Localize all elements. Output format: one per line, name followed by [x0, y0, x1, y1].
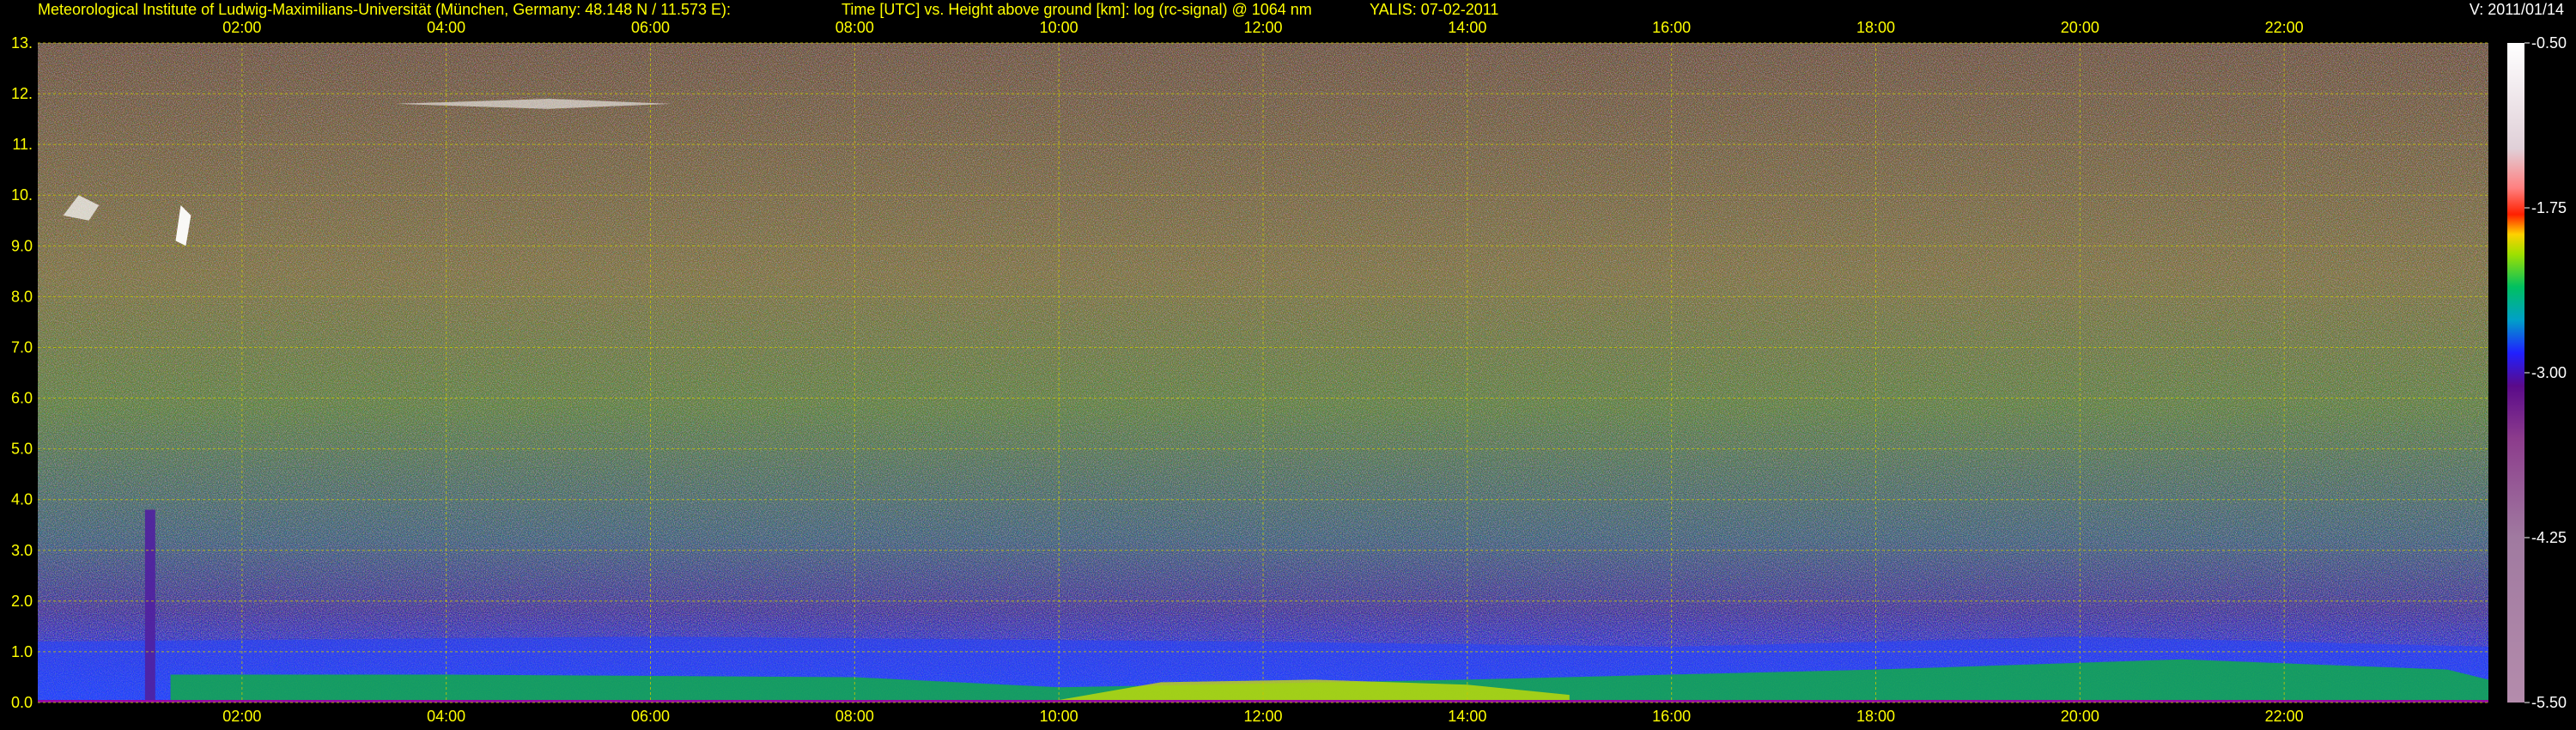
x-tick-label: 04:00 — [427, 19, 465, 36]
x-tick-labels-top: 02:00 04:00 06:00 08:00 10:00 12:00 14:00 16:00… — [222, 19, 2303, 36]
x-tick-label: 10:00 — [1040, 19, 1078, 36]
x-tick-label: 02:00 — [222, 19, 261, 36]
x-tick-label: 14:00 — [1448, 19, 1486, 36]
x-tick-labels-bottom: 02:00 04:00 06:00 08:00 10:00 12:00 14:00 16:00… — [222, 708, 2303, 725]
x-tick-label: 06:00 — [631, 708, 670, 725]
lidar-chart: 02:00 04:00 06:00 08:00 10:00 12:00 14:00 16:00… — [11, 19, 2567, 725]
x-tick-label: 08:00 — [835, 19, 874, 36]
colorbar: -0.50 -1.75 -3.00 -4.25 -5.50 — [2507, 34, 2567, 711]
y-tick-label: 12. — [11, 85, 33, 102]
y-tick-label: 5.0 — [11, 441, 33, 458]
x-tick-label: 16:00 — [1652, 708, 1691, 725]
x-tick-label: 12:00 — [1243, 19, 1282, 36]
y-tick-label: 13. — [11, 34, 33, 52]
x-tick-label: 02:00 — [222, 708, 261, 725]
x-tick-label: 18:00 — [1856, 708, 1895, 725]
x-tick-label: 20:00 — [2061, 708, 2099, 725]
x-tick-label: 04:00 — [427, 708, 465, 725]
y-tick-label: 7.0 — [11, 338, 33, 356]
colorbar-tick-label: -3.00 — [2531, 364, 2567, 381]
x-tick-label: 12:00 — [1243, 708, 1282, 725]
colorbar-tick-label: -4.25 — [2531, 529, 2567, 546]
x-tick-label: 18:00 — [1856, 19, 1895, 36]
colorbar-tick-label: -1.75 — [2531, 199, 2567, 216]
x-tick-label: 06:00 — [631, 19, 670, 36]
y-tick-label: 1.0 — [11, 643, 33, 660]
y-tick-label: 3.0 — [11, 542, 33, 559]
y-tick-label: 10. — [11, 186, 33, 204]
x-tick-label: 14:00 — [1448, 708, 1486, 725]
x-tick-label: 16:00 — [1652, 19, 1691, 36]
signal-dropout — [144, 509, 155, 700]
y-tick-label: 4.0 — [11, 491, 33, 508]
y-tick-label: 6.0 — [11, 390, 33, 407]
y-tick-label: 9.0 — [11, 237, 33, 254]
x-tick-label: 20:00 — [2061, 19, 2099, 36]
x-tick-label: 08:00 — [835, 708, 874, 725]
colorbar-tick-label: -0.50 — [2531, 34, 2567, 52]
colorbar-scale — [2507, 43, 2524, 703]
y-tick-label: 2.0 — [11, 593, 33, 610]
y-tick-label: 0.0 — [11, 694, 33, 711]
colorbar-tick-label: -5.50 — [2531, 694, 2567, 711]
x-tick-label: 22:00 — [2265, 708, 2304, 725]
y-tick-label: 8.0 — [11, 288, 33, 305]
x-tick-label: 22:00 — [2265, 19, 2304, 36]
y-tick-label: 11. — [12, 136, 33, 153]
x-tick-label: 10:00 — [1040, 708, 1078, 725]
y-tick-labels: 0.0 1.0 2.0 3.0 4.0 5.0 6.0 7.0 8.0 9.0 10. 11. 12. 1… — [11, 34, 33, 711]
